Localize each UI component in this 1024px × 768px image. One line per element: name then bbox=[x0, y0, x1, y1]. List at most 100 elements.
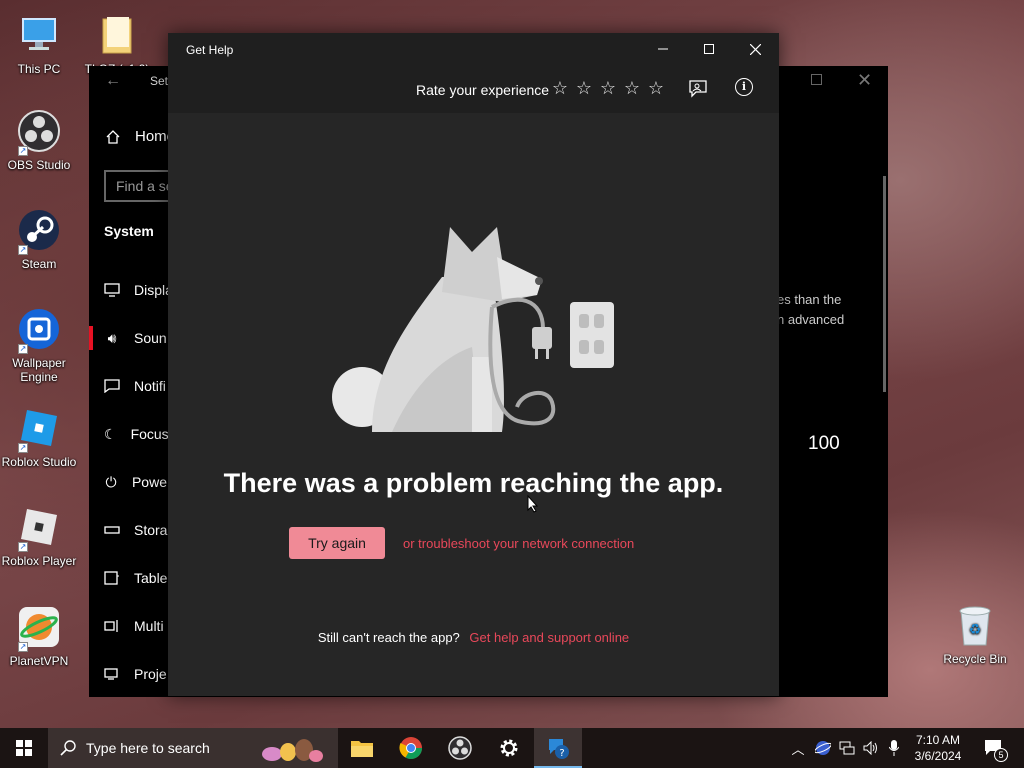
settings-nav: Displa 🔊︎ Soun Notifi ☾ Focus ⏻ Powe Sto… bbox=[89, 266, 173, 698]
nav-item-label: Stora bbox=[134, 522, 168, 538]
nav-item-label: Notifi bbox=[134, 378, 166, 394]
desktop-icon-this-pc[interactable]: This PC bbox=[0, 12, 78, 76]
taskbar-clock[interactable]: 7:10 AM 3/6/2024 bbox=[905, 732, 971, 764]
notification-count-badge: 5 bbox=[994, 748, 1008, 762]
tray-volume[interactable] bbox=[860, 728, 882, 768]
tray-network[interactable] bbox=[836, 728, 858, 768]
focus-assist-icon: ☾ bbox=[104, 425, 117, 442]
desktop-icon-label: This PC bbox=[17, 62, 61, 76]
recycle-bin-icon: ♻ bbox=[952, 602, 998, 648]
get-help-window: Get Help Rate your experience ☆ ☆ ☆ ☆ ☆ … bbox=[168, 33, 779, 696]
still-cant-reach-text: Still can't reach the app? bbox=[317, 630, 460, 645]
svg-text:♻: ♻ bbox=[969, 621, 982, 637]
error-heading: There was a problem reaching the app. bbox=[223, 468, 724, 498]
microphone-icon bbox=[889, 740, 899, 756]
svg-text:?: ? bbox=[559, 748, 564, 759]
taskbar-search-box[interactable]: Type here to search bbox=[48, 728, 338, 768]
search-placeholder: Type here to search bbox=[86, 740, 210, 756]
nav-item-sound[interactable]: 🔊︎ Soun bbox=[89, 314, 167, 362]
start-button[interactable] bbox=[0, 728, 48, 768]
chevron-up-icon: ︿ bbox=[791, 741, 805, 757]
sound-icon: 🔊︎ bbox=[107, 329, 117, 346]
star-icon[interactable]: ☆ bbox=[647, 78, 665, 98]
feedback-icon[interactable] bbox=[688, 79, 708, 99]
star-icon[interactable]: ☆ bbox=[575, 78, 593, 98]
home-icon bbox=[106, 129, 120, 144]
minimize-button[interactable] bbox=[640, 33, 686, 65]
troubleshoot-network-link[interactable]: or troubleshoot your network connection bbox=[403, 536, 634, 551]
get-help-icon: ? bbox=[549, 739, 569, 759]
gear-icon bbox=[500, 739, 518, 757]
star-icon[interactable]: ☆ bbox=[599, 78, 617, 98]
get-help-online-link[interactable]: Get help and support online bbox=[469, 630, 629, 645]
desktop-icon-recycle-bin[interactable]: ♻ Recycle Bin bbox=[936, 602, 1014, 666]
desktop-icon-label: Roblox Player bbox=[1, 554, 77, 568]
storage-icon bbox=[104, 522, 120, 538]
minimize-icon bbox=[658, 48, 668, 50]
maximize-button[interactable] bbox=[686, 33, 732, 65]
back-arrow-icon[interactable]: ← bbox=[105, 72, 121, 90]
clock-time: 7:10 AM bbox=[915, 733, 961, 747]
nav-item-label: Proje bbox=[134, 666, 167, 682]
nav-item-projecting[interactable]: Proje bbox=[89, 650, 167, 698]
desktop-icon-steam[interactable]: ↗ Steam bbox=[0, 207, 78, 271]
taskbar: Type here to search ? ︿ 7:10 AM 3/6/2024… bbox=[0, 728, 1024, 768]
taskbar-file-explorer[interactable] bbox=[338, 728, 386, 768]
nav-item-notifications[interactable]: Notifi bbox=[89, 362, 167, 410]
roblox-player-icon: ↗ bbox=[16, 504, 62, 552]
roblox-studio-icon: ↗ bbox=[16, 405, 62, 453]
mouse-cursor-icon bbox=[527, 495, 539, 513]
shortcut-arrow-icon: ↗ bbox=[18, 146, 28, 156]
maximize-icon[interactable] bbox=[811, 74, 822, 85]
power-icon: ⏻ bbox=[105, 473, 117, 490]
try-again-button[interactable]: Try again bbox=[289, 527, 385, 559]
show-hidden-icons-button[interactable]: ︿ bbox=[788, 728, 808, 768]
projecting-icon bbox=[104, 666, 120, 682]
shortcut-arrow-icon: ↗ bbox=[18, 344, 28, 354]
wallpaper-engine-icon: ↗ bbox=[16, 306, 62, 354]
desktop-icon-label: Wallpaper Engine bbox=[12, 356, 66, 384]
nav-item-label: Multi bbox=[134, 618, 164, 634]
taskbar-settings[interactable] bbox=[485, 728, 533, 768]
search-highlight-icon bbox=[262, 739, 323, 762]
desktop-icon-planetvpn[interactable]: ↗ PlanetVPN bbox=[0, 604, 78, 668]
nav-item-display[interactable]: Displa bbox=[89, 266, 173, 314]
tray-vpn[interactable] bbox=[812, 728, 834, 768]
desktop-icon-roblox-player[interactable]: ↗ Roblox Player bbox=[0, 504, 78, 568]
taskbar-get-help[interactable]: ? bbox=[534, 728, 582, 768]
nav-item-power[interactable]: ⏻ Powe bbox=[89, 458, 167, 506]
maximize-icon bbox=[704, 44, 714, 54]
star-icon[interactable]: ☆ bbox=[551, 78, 569, 98]
network-icon bbox=[839, 741, 855, 755]
desktop-icon-wallpaper-engine[interactable]: ↗ Wallpaper Engine bbox=[0, 306, 78, 384]
shortcut-arrow-icon: ↗ bbox=[18, 542, 28, 552]
info-icon[interactable]: i bbox=[735, 78, 753, 96]
obs-studio-icon: ↗ bbox=[16, 108, 62, 156]
nav-item-focus[interactable]: ☾ Focus bbox=[89, 410, 169, 458]
close-icon bbox=[749, 43, 761, 55]
star-icon[interactable]: ☆ bbox=[623, 78, 641, 98]
desktop-icon-roblox-studio[interactable]: ↗ Roblox Studio bbox=[0, 405, 78, 469]
volume-value: 100 bbox=[808, 433, 840, 454]
settings-home-link[interactable]: Home bbox=[105, 128, 175, 145]
taskbar-chrome[interactable] bbox=[387, 728, 435, 768]
nav-item-label: Focus bbox=[130, 426, 169, 442]
tray-microphone[interactable] bbox=[884, 728, 904, 768]
title-bar[interactable]: Get Help bbox=[168, 33, 779, 65]
chrome-icon bbox=[399, 737, 422, 759]
nav-item-storage[interactable]: Stora bbox=[89, 506, 167, 554]
action-center-button[interactable]: 5 bbox=[978, 728, 1010, 768]
close-button[interactable] bbox=[732, 33, 778, 65]
volume-icon bbox=[863, 741, 877, 755]
nav-item-tablet[interactable]: Table bbox=[89, 554, 167, 602]
desktop-icon-label: PlanetVPN bbox=[9, 654, 69, 668]
steam-icon: ↗ bbox=[16, 207, 62, 255]
desktop-icon-obs[interactable]: ↗ OBS Studio bbox=[0, 108, 78, 172]
taskbar-obs[interactable] bbox=[436, 728, 484, 768]
file-explorer-icon bbox=[351, 741, 373, 757]
support-prompt: Still can't reach the app? Get help and … bbox=[168, 630, 779, 645]
tablet-icon bbox=[104, 570, 120, 586]
nav-item-multitasking[interactable]: Multi bbox=[89, 602, 167, 650]
scrollbar[interactable] bbox=[883, 176, 886, 392]
close-icon[interactable]: ✕ bbox=[857, 70, 872, 91]
